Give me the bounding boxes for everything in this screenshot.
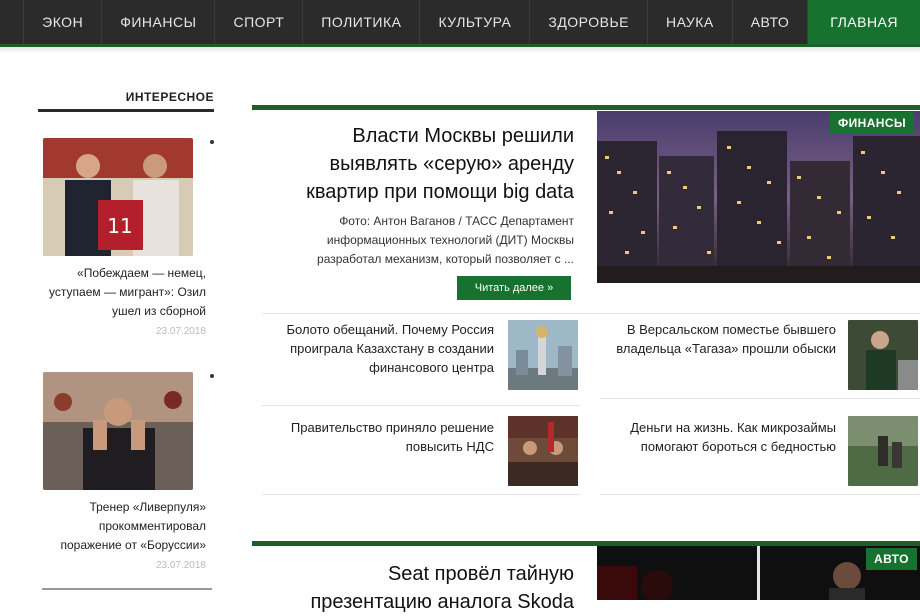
feature-divider <box>262 313 920 314</box>
sidebar-card-image: 11 <box>43 138 193 256</box>
nav-item-economy[interactable]: ЭКОН <box>23 0 101 44</box>
sidebar-card[interactable]: Тренер «Ливерпуля» прокомментировал пора… <box>38 364 214 574</box>
news-title[interactable]: Болото обещаний. Почему Россия проиграла… <box>262 320 494 377</box>
second-feature-title[interactable]: Seat провёл тайную презентацию аналога S… <box>280 560 574 616</box>
sidebar-card-date: 23.07.2018 <box>155 326 206 337</box>
news-divider <box>262 494 580 495</box>
nav-item-politics[interactable]: ПОЛИТИКА <box>302 0 419 44</box>
sidebar-bottom-divider <box>42 588 212 590</box>
nav-item-science[interactable]: НАУКА <box>646 0 732 44</box>
nav-item-auto[interactable]: АВТО <box>731 0 808 44</box>
sidebar-title: ИНТЕРЕСНОЕ <box>38 90 214 112</box>
bullet-icon <box>210 374 214 378</box>
nav-item-sport[interactable]: СПОРТ <box>214 0 302 44</box>
news-divider <box>600 398 920 399</box>
read-more-button[interactable]: Читать далее » <box>457 276 571 300</box>
news-image[interactable] <box>508 320 578 390</box>
news-title[interactable]: В Версальском поместье бывшего владельца… <box>600 320 836 358</box>
nav-shadow <box>0 47 920 53</box>
news-image[interactable] <box>848 416 918 486</box>
sidebar-card-date: 23.07.2018 <box>155 560 206 571</box>
nav-item-culture[interactable]: КУЛЬТУРА <box>419 0 529 44</box>
sidebar-card[interactable]: 11 «Побеждаем — немец, уступаем — мигран… <box>38 130 214 340</box>
news-image[interactable] <box>848 320 918 390</box>
bullet-icon <box>210 140 214 144</box>
sidebar-card-image <box>43 372 193 490</box>
news-image[interactable] <box>508 416 578 486</box>
category-badge-finance[interactable]: ФИНАНСЫ <box>830 112 915 134</box>
category-badge-auto[interactable]: АВТО <box>866 548 917 570</box>
feature-description: Фото: Антон Ваганов / ТАСС Департамент и… <box>317 214 574 266</box>
nav-item-home[interactable]: ГЛАВНАЯ <box>807 0 920 44</box>
city-night-illustration <box>597 111 920 283</box>
feature-title[interactable]: Власти Москвы решили выявлять «серую» ар… <box>280 122 574 206</box>
feature-image[interactable] <box>597 111 920 283</box>
sidebar-card-title[interactable]: Тренер «Ливерпуля» прокомментировал пора… <box>46 498 206 555</box>
nav-item-health[interactable]: ЗДОРОВЬЕ <box>529 0 647 44</box>
svg-text:11: 11 <box>107 214 132 238</box>
news-divider <box>262 405 580 406</box>
news-divider <box>600 494 920 495</box>
top-navigation: ГЛАВНАЯ АВТО НАУКА ЗДОРОВЬЕ КУЛЬТУРА ПОЛ… <box>0 0 920 44</box>
nav-item-finance[interactable]: ФИНАНСЫ <box>101 0 214 44</box>
news-title[interactable]: Деньги на жизнь. Как микрозаймы помогают… <box>600 418 836 456</box>
sidebar-interesting: ИНТЕРЕСНОЕ <box>38 90 214 112</box>
news-title[interactable]: Правительство приняло решение повысить Н… <box>262 418 494 456</box>
section-bar-finance <box>252 105 920 110</box>
sidebar-card-title[interactable]: «Побеждаем — немец, уступаем — мигрант»:… <box>46 264 206 321</box>
